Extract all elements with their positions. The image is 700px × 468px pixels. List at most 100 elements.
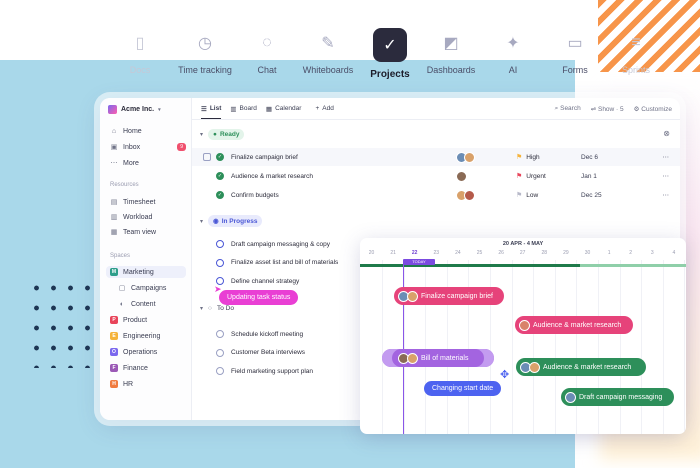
due-date[interactable]: Jan 1: [581, 173, 651, 180]
group-todo-header[interactable]: ▾ ○ To Do: [200, 305, 234, 312]
tab-list[interactable]: ☰ List: [201, 99, 222, 119]
sidebar-space-operations[interactable]: O Operations: [110, 346, 186, 358]
task-name[interactable]: Confirm budgets: [231, 192, 456, 199]
plus-icon: +: [315, 105, 320, 112]
row-select-checkbox[interactable]: [203, 153, 211, 161]
gantt-bar[interactable]: Finalize campaign brief: [394, 287, 504, 305]
assignee-avatars[interactable]: [456, 170, 516, 182]
gantt-day-label: 27: [519, 250, 526, 256]
space-avatar: F: [110, 364, 118, 372]
sidebar-space-content[interactable]: ◐ Content: [118, 298, 194, 310]
sidebar-space-campaigns[interactable]: ▢ Campaigns: [118, 282, 194, 294]
sidebar-space-product[interactable]: P Product: [110, 314, 186, 326]
sidebar-space-finance[interactable]: F Finance: [110, 362, 186, 374]
more-options-icon[interactable]: ⋯: [663, 191, 671, 199]
complete-check-icon[interactable]: ✓: [216, 191, 224, 199]
show-button[interactable]: ⇌ Show · 5: [591, 105, 624, 113]
sidebar-item-label: More: [123, 159, 139, 167]
customize-button[interactable]: ⚙ Customize: [634, 105, 672, 113]
inbox-count-badge: 9: [177, 143, 186, 151]
gantt-bar-label: Bill of materials: [421, 354, 469, 362]
priority-label: Low: [526, 191, 539, 199]
sidebar-space-marketing[interactable]: M Marketing: [106, 266, 186, 278]
gantt-day-label: 28: [541, 250, 548, 256]
gantt-day-header: 20 21 22 23 24 25 26 27 28 29 30 1 2 3 4: [360, 250, 686, 259]
table-row[interactable]: ✓ Audience & market research ⚑ Urgent Jan 1 ⋯: [192, 167, 680, 185]
sliders-icon: ⇌: [590, 105, 597, 113]
priority[interactable]: ⚑ Low: [516, 191, 581, 200]
status-circle-icon[interactable]: [216, 348, 224, 357]
gantt-bar[interactable]: Audience & market research: [515, 316, 633, 334]
flag-icon: ⚑: [516, 173, 523, 180]
feature-label: Whiteboards: [302, 65, 354, 75]
gantt-day-label: 3: [650, 250, 654, 256]
task-name[interactable]: Audience & market research: [231, 173, 456, 180]
gantt-bar-label: Finalize campaign brief: [421, 292, 493, 300]
board-icon: ▥: [230, 105, 237, 113]
sidebar: Acme Inc. ▾ ⌂ Home ▣ Inbox 9 ⋯ More Resources ▤ T…: [100, 98, 192, 420]
group-in-progress-header[interactable]: ▾ ◉ In Progress: [200, 215, 263, 227]
feature-sprints[interactable]: ≡ Sprints: [596, 32, 676, 75]
sidebar-item-team-view[interactable]: ▦ Team view: [110, 226, 186, 238]
cursor-icon: ➤: [214, 284, 222, 294]
whiteboard-icon: ✎: [321, 35, 335, 52]
sidebar-space-label: Marketing: [123, 268, 154, 276]
status-circle-icon[interactable]: [216, 240, 224, 248]
gantt-bar[interactable]: Draft campaign messaging: [561, 388, 674, 406]
team-icon: ▦: [110, 229, 118, 236]
gantt-column-line: [684, 260, 686, 434]
sidebar-item-inbox[interactable]: ▣ Inbox 9: [110, 141, 186, 153]
status-badge-ready: ● Ready: [208, 129, 245, 140]
priority[interactable]: ⚑ Urgent: [516, 172, 581, 181]
gantt-column-line: [511, 260, 513, 434]
task-name[interactable]: Finalize campaign brief: [231, 154, 456, 161]
gantt-bar[interactable]: Audience & market research: [516, 358, 646, 376]
due-date[interactable]: Dec 6: [581, 154, 651, 161]
table-row[interactable]: ✓ Confirm budgets ⚑ Low Dec 25 ⋯: [192, 186, 680, 204]
add-view-button[interactable]: + Add: [315, 105, 333, 112]
sidebar-item-workload[interactable]: ▥ Workload: [110, 211, 186, 223]
feature-bar: ▯ Docs ◷ Time tracking ◌ Chat ✎ Whiteboards ✓ Pro…: [110, 26, 650, 86]
assignee-avatars[interactable]: [456, 151, 516, 163]
gantt-column-line: [382, 260, 383, 434]
complete-check-icon[interactable]: ✓: [216, 172, 224, 180]
calendar-icon: ▦: [265, 105, 273, 113]
sidebar-space-label: HR: [123, 380, 134, 388]
group-ready-header[interactable]: ▾ ● Ready: [200, 129, 245, 140]
search-button[interactable]: ⌕ Search: [555, 105, 581, 113]
tab-calendar[interactable]: ▦ Calendar: [266, 105, 302, 113]
sidebar-item-home[interactable]: ⌂ Home: [110, 125, 186, 137]
gantt-day-label: 26: [498, 250, 504, 256]
gantt-bar[interactable]: Bill of materials: [382, 349, 494, 367]
sidebar-space-engineering[interactable]: E Engineering: [110, 330, 186, 342]
view-toolbar: ☰ List ▥ Board ▦ Calendar + Add ⌕ Search ⇌ S…: [192, 98, 680, 120]
sidebar-item-timesheet[interactable]: ▤ Timesheet: [110, 196, 186, 208]
status-badge-in-progress: ◉ In Progress: [208, 215, 263, 227]
status-circle-icon[interactable]: [216, 367, 224, 375]
avatar: [456, 170, 467, 182]
more-options-icon[interactable]: ⋯: [663, 153, 671, 161]
due-date[interactable]: Dec 25: [581, 192, 651, 199]
feature-label: Sprints: [621, 65, 650, 75]
table-row[interactable]: ✓ Finalize campaign brief ⚑ High Dec 6 ⋯: [192, 148, 680, 166]
sidebar-space-label: Product: [123, 316, 148, 324]
space-avatar: M: [110, 268, 118, 276]
complete-check-icon[interactable]: ✓: [216, 153, 224, 161]
sidebar-space-hr[interactable]: H HR: [110, 378, 186, 390]
status-circle-icon[interactable]: [216, 330, 224, 338]
inbox-icon: ▣: [110, 144, 118, 151]
feature-label: Time tracking: [178, 65, 232, 75]
workspace-switcher[interactable]: Acme Inc. ▾: [108, 105, 161, 114]
sidebar-item-more[interactable]: ⋯ More: [110, 157, 186, 169]
gantt-day-label: 30: [584, 250, 591, 256]
assignee-avatars[interactable]: [456, 189, 516, 201]
priority[interactable]: ⚑ High: [516, 153, 581, 162]
today-marker: TODAY: [403, 259, 435, 265]
gantt-bar-label: Audience & market research: [533, 321, 622, 329]
priority-label: Urgent: [526, 172, 546, 180]
tab-board[interactable]: ▥ Board: [230, 105, 257, 113]
collapse-group-icon[interactable]: ⊗: [663, 129, 670, 138]
more-options-icon[interactable]: ⋯: [663, 172, 671, 180]
status-circle-icon[interactable]: [216, 258, 224, 267]
sparkle-icon: ✦: [506, 35, 520, 52]
